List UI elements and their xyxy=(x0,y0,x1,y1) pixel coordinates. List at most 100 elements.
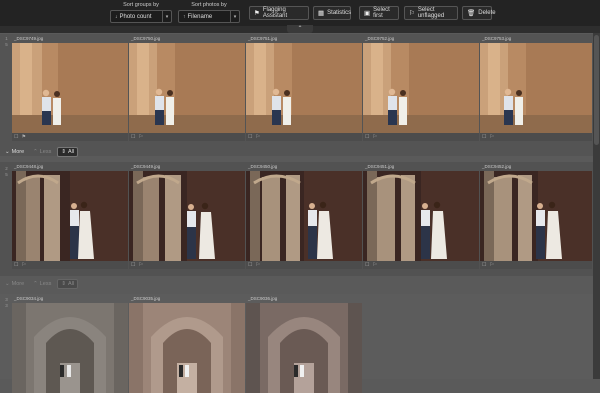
photo-group: 2 5 _DSC9448.jpg ☐ ⚐ _DSC9449.jpg ☐ ⚐ _D… xyxy=(0,162,593,276)
checkbox-icon[interactable]: ☐ xyxy=(131,262,135,268)
expand-icon: ⇕ xyxy=(61,280,66,287)
expand-icon: ⇕ xyxy=(61,148,66,155)
photo-thumbnail[interactable] xyxy=(363,43,479,133)
flag-icon[interactable]: ⚑ xyxy=(21,134,25,140)
select-unflagged-button[interactable]: ⚐ Select unflagged xyxy=(404,6,458,20)
chevron-down-icon: ▾ xyxy=(230,11,239,22)
photo-filename: _DSC9448.jpg xyxy=(14,164,44,169)
chevron-up-icon: ⌃ xyxy=(33,280,38,287)
group-number: 3 xyxy=(5,297,8,302)
photo-group: 3 3 _DSC9034.jpg _DSC9035.jpg _DSC9036.j… xyxy=(0,294,593,393)
all-label: All xyxy=(67,280,75,287)
select-first-button[interactable]: ▣ Select first xyxy=(359,6,399,20)
flag-outline-icon[interactable]: ⚐ xyxy=(255,262,259,268)
flagging-assistant-label: Flagging Assistant xyxy=(262,7,288,19)
flag-outline-icon[interactable]: ⚐ xyxy=(21,262,25,268)
photo-thumbnail[interactable] xyxy=(129,43,245,133)
group-actions: ⌄ More ⌃ Less ⇕ All xyxy=(2,278,79,289)
flag-outline-icon[interactable]: ⚐ xyxy=(489,262,493,268)
checkbox-icon[interactable]: ☐ xyxy=(482,262,486,268)
arrow-down-icon: ↓ xyxy=(115,13,118,20)
more-button[interactable]: ⌄ More xyxy=(2,279,27,289)
scrollbar-thumb[interactable] xyxy=(594,35,599,145)
checkbox-icon[interactable]: ☐ xyxy=(14,262,18,268)
more-label: More xyxy=(11,148,25,155)
chevron-up-icon: ⌃ xyxy=(297,26,303,32)
photo-card-footer: ☐ ⚐ xyxy=(246,133,362,141)
flag-outline-icon[interactable]: ⚐ xyxy=(372,262,376,268)
chevron-down-icon: ⌄ xyxy=(5,280,10,287)
checkbox-icon[interactable]: ☐ xyxy=(365,134,369,140)
sort-groups-select[interactable]: ↓ Photo count ▾ xyxy=(110,10,172,23)
statistics-button[interactable]: ▦ Statistics xyxy=(313,6,351,20)
photo-group: 1 5 _DSC9749.jpg ☐ ⚑ _DSC9750.jpg ☐ ⚐ _D… xyxy=(0,34,593,156)
photo-thumbnail[interactable] xyxy=(363,171,479,261)
photo-thumbnail[interactable] xyxy=(246,171,362,261)
photo-thumbnail[interactable] xyxy=(480,43,592,133)
flag-outline-icon[interactable]: ⚐ xyxy=(372,134,376,140)
photo-thumbnail[interactable] xyxy=(12,43,128,133)
photo-thumbnail[interactable] xyxy=(480,171,592,261)
statistics-label: Statistics xyxy=(327,10,352,16)
delete-button[interactable]: 🗑 Delete xyxy=(462,6,496,20)
photo-filename: _DSC9749.jpg xyxy=(14,36,44,41)
photo-thumbnail[interactable] xyxy=(246,43,362,133)
group-count: 5 xyxy=(5,172,8,177)
trash-icon: 🗑 xyxy=(467,10,476,17)
collapse-toolbar-button[interactable]: ⌃ xyxy=(287,25,313,33)
group-count: 5 xyxy=(5,42,8,47)
photo-card-footer: ☐ ⚐ xyxy=(480,133,592,141)
arrow-up-icon: ↑ xyxy=(183,13,186,20)
less-label: Less xyxy=(39,280,52,287)
all-button[interactable]: ⇕ All xyxy=(57,278,79,289)
checkbox-icon[interactable]: ☐ xyxy=(14,134,18,140)
photo-filename: _DSC9753.jpg xyxy=(482,36,512,41)
sort-photos-control: Sort photos by ↑ Filename ▾ xyxy=(178,2,240,23)
flag-outline-icon[interactable]: ⚐ xyxy=(138,262,142,268)
photo-filename: _DSC9036.jpg xyxy=(248,296,278,301)
select-first-label: Select first xyxy=(373,7,390,19)
select-unflagged-label: Select unflagged xyxy=(417,7,445,19)
more-button[interactable]: ⌄ More xyxy=(2,147,27,157)
sort-photos-value: Filename xyxy=(187,13,213,20)
sort-groups-control: Sort groups by ↓ Photo count ▾ xyxy=(110,2,172,23)
group-number: 2 xyxy=(5,166,8,171)
checkbox-icon[interactable]: ☐ xyxy=(365,262,369,268)
sort-photos-select[interactable]: ↑ Filename ▾ xyxy=(178,10,240,23)
photo-filename: _DSC9452.jpg xyxy=(482,164,512,169)
group-actions: ⌄ More ⌃ Less ⇕ All xyxy=(2,146,79,157)
photo-thumbnail[interactable] xyxy=(12,303,128,393)
sort-photos-label: Sort photos by xyxy=(191,2,227,8)
checkbox-icon[interactable]: ☐ xyxy=(248,262,252,268)
flag-outline-icon[interactable]: ⚐ xyxy=(489,134,493,140)
photo-filename: _DSC9034.jpg xyxy=(14,296,44,301)
photo-card-footer: ☐ ⚐ xyxy=(246,261,362,269)
photo-thumbnail[interactable] xyxy=(12,171,128,261)
all-button[interactable]: ⇕ All xyxy=(57,146,79,157)
photo-card-footer: ☐ ⚐ xyxy=(363,261,479,269)
photo-filename: _DSC9035.jpg xyxy=(131,296,161,301)
photo-card-footer: ☐ ⚐ xyxy=(12,261,128,269)
flag-outline-icon[interactable]: ⚐ xyxy=(255,134,259,140)
group-number: 1 xyxy=(5,36,8,41)
chevron-down-icon: ▾ xyxy=(162,11,171,22)
photo-filename: _DSC9449.jpg xyxy=(131,164,161,169)
flag-icon: ⚑ xyxy=(254,10,260,17)
photo-thumbnail[interactable] xyxy=(246,303,362,393)
checkbox-icon[interactable]: ☐ xyxy=(131,134,135,140)
less-button[interactable]: ⌃ Less xyxy=(30,279,54,289)
toolbar: Sort groups by ↓ Photo count ▾ Sort phot… xyxy=(0,0,600,26)
photo-filename: _DSC9451.jpg xyxy=(365,164,395,169)
checkbox-icon[interactable]: ☐ xyxy=(482,134,486,140)
all-label: All xyxy=(67,148,75,155)
photo-filename: _DSC9450.jpg xyxy=(248,164,278,169)
sort-groups-label: Sort groups by xyxy=(123,2,159,8)
flagging-assistant-button[interactable]: ⚑ Flagging Assistant xyxy=(249,6,309,20)
flag-outline-icon: ⚐ xyxy=(409,10,415,17)
photo-thumbnail[interactable] xyxy=(129,303,245,393)
checkbox-icon[interactable]: ☐ xyxy=(248,134,252,140)
flag-outline-icon[interactable]: ⚐ xyxy=(138,134,142,140)
less-button[interactable]: ⌃ Less xyxy=(30,147,54,157)
sort-groups-value: Photo count xyxy=(119,13,152,20)
photo-thumbnail[interactable] xyxy=(129,171,245,261)
